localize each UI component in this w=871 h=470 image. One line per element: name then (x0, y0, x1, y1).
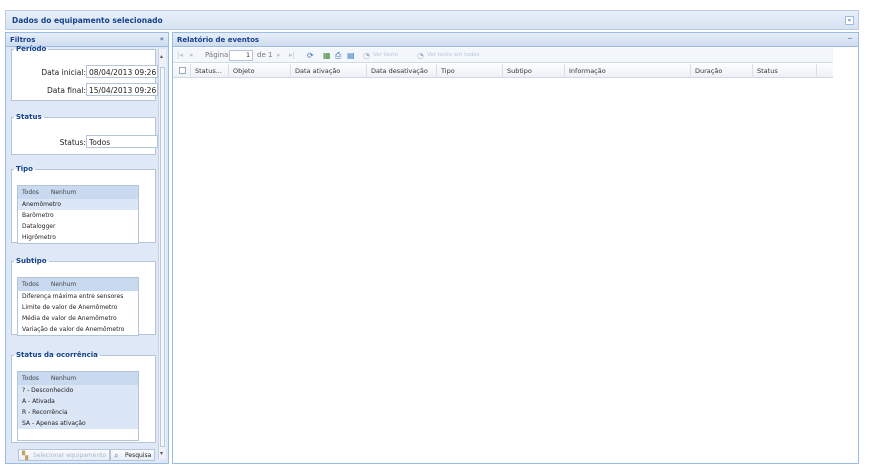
select-all-checkbox[interactable] (179, 67, 186, 74)
type-list-header: Todos Nenhum (18, 186, 138, 199)
collapse-left-icon[interactable]: « (160, 35, 164, 43)
subtype-select-all-link[interactable]: Todos (22, 281, 39, 288)
page-label: Página (205, 51, 229, 59)
filters-title: Filtros (10, 36, 36, 44)
filters-panel: Filtros « ▴ ▾ Período Data inicial: 08/0… (5, 32, 169, 464)
print-icon[interactable]: ⎙ (335, 51, 341, 61)
type-select-all-link[interactable]: Todos (22, 189, 39, 196)
type-list: Todos Nenhum Anemômetro Barômetro Datalo… (17, 185, 139, 244)
next-page-icon[interactable]: ▸ (277, 51, 281, 59)
list-item[interactable]: Limite de valor de Anemômetro (18, 302, 138, 313)
status-legend: Status (16, 113, 42, 121)
report-title: Relatório de eventos (177, 36, 260, 44)
list-item[interactable]: A - Ativada (18, 396, 138, 407)
occurrence-select-none-link[interactable]: Nenhum (51, 375, 76, 382)
equipment-panel-header: Dados do equipamento selecionado « (5, 10, 859, 30)
end-date-input[interactable]: 15/04/2013 09:26:0 (86, 83, 158, 96)
status-select[interactable]: Todos (86, 135, 158, 148)
select-equipment-label: Selecionar equipamento (33, 452, 107, 459)
search-icon: ⌕ (114, 451, 119, 460)
equipment-icon: ▚ (22, 451, 29, 460)
report-panel: Relatório de eventos − |◂ ◂ Página 1 de … (172, 32, 859, 464)
collapse-icon[interactable]: − (846, 36, 854, 43)
list-item[interactable]: Datalogger (18, 221, 138, 232)
last-page-icon[interactable]: ▸| (289, 51, 295, 59)
status-fieldset: Status Status: Todos (11, 113, 158, 155)
search-label: Pesquisa (125, 452, 152, 459)
end-date-row: Data final: 15/04/2013 09:26:0 (16, 83, 158, 97)
excel-export-icon[interactable]: ▦ (323, 51, 331, 60)
column-header[interactable]: Objeto (229, 64, 291, 78)
occurrence-select-all-link[interactable]: Todos (22, 375, 39, 382)
start-date-row: Data inicial: 08/04/2013 09:26:0 (16, 65, 158, 79)
list-item[interactable]: Diferença máxima entre sensores (18, 291, 138, 302)
save-icon[interactable]: ▤ (347, 51, 355, 60)
view-text-all-icon: ◔ (417, 51, 424, 60)
period-legend: Período (16, 45, 47, 53)
prev-page-icon[interactable]: ◂ (189, 51, 193, 59)
scroll-thumb[interactable] (160, 67, 165, 447)
subtype-select-none-link[interactable]: Nenhum (51, 281, 76, 288)
refresh-icon[interactable]: ⟳ (307, 51, 314, 60)
first-page-icon[interactable]: |◂ (177, 51, 183, 59)
list-item[interactable]: SA - Apenas ativação (18, 418, 138, 429)
occurrence-status-fieldset: Status da ocorrência Todos Nenhum ? - De… (11, 351, 156, 443)
select-all-column[interactable] (173, 64, 191, 78)
end-date-label: Data final: (47, 86, 86, 95)
view-text-icon: ◔ (363, 51, 370, 60)
column-header[interactable]: Informação (565, 64, 691, 78)
period-fieldset: Período Data inicial: 08/04/2013 09:26:0… (11, 45, 158, 101)
report-toolbar: |◂ ◂ Página 1 de 1 ▸ ▸| ⟳ ▦ ⎙ ▤ ◔ Ver te… (173, 48, 833, 63)
equipment-panel-title: Dados do equipamento selecionado (12, 16, 163, 25)
type-fieldset: Tipo Todos Nenhum Anemômetro Barômetro D… (11, 165, 156, 244)
list-item[interactable]: Variação de valor de Anemômetro (18, 324, 138, 335)
subtype-fieldset: Subtipo Todos Nenhum Diferença máxima en… (11, 257, 156, 336)
view-text-button[interactable]: Ver texto (373, 52, 398, 58)
filters-scrollbar[interactable]: ▴ ▾ (158, 49, 166, 459)
column-header[interactable]: Tipo (437, 64, 503, 78)
column-header[interactable]: Duração (691, 64, 753, 78)
select-equipment-button[interactable]: ▚ Selecionar equipamento (18, 449, 111, 461)
start-date-input[interactable]: 08/04/2013 09:26:0 (86, 65, 158, 78)
column-header[interactable]: Status (753, 64, 817, 78)
status-row: Status: Todos (16, 135, 158, 149)
view-text-all-button[interactable]: Ver texto em todos (427, 52, 479, 58)
search-button[interactable]: ⌕ Pesquisa (110, 449, 156, 461)
report-header: Relatório de eventos − (173, 33, 858, 47)
list-item[interactable]: Higrômetro (18, 232, 138, 243)
grid-header: Status... Objeto Data ativação Data desa… (173, 64, 833, 78)
filters-footer: ▚ Selecionar equipamento ⌕ Pesquisa (6, 447, 168, 463)
type-select-none-link[interactable]: Nenhum (51, 189, 76, 196)
start-date-label: Data inicial: (41, 68, 86, 77)
column-header[interactable]: Data ativação (291, 64, 367, 78)
list-item[interactable]: ? - Desconhecido (18, 385, 138, 396)
list-item[interactable]: Anemômetro (18, 199, 138, 210)
column-header[interactable]: Data desativação (367, 64, 437, 78)
subtype-legend: Subtipo (16, 257, 47, 265)
list-item[interactable]: Barômetro (18, 210, 138, 221)
occurrence-status-legend: Status da ocorrência (16, 351, 98, 359)
occurrence-list-header: Todos Nenhum (18, 372, 138, 385)
collapse-up-icon[interactable]: « (845, 16, 854, 25)
list-item[interactable]: Média de valor de Anemômetro (18, 313, 138, 324)
page-count-label: de 1 (257, 51, 273, 59)
status-label: Status: (59, 138, 86, 147)
scroll-up-icon[interactable]: ▴ (160, 53, 163, 60)
list-item[interactable]: R - Recorrência (18, 407, 138, 418)
column-header[interactable]: Status... (191, 64, 229, 78)
type-legend: Tipo (16, 165, 33, 173)
subtype-list: Todos Nenhum Diferença máxima entre sens… (17, 277, 139, 336)
occurrence-status-list: Todos Nenhum ? - Desconhecido A - Ativad… (17, 371, 139, 441)
subtype-list-header: Todos Nenhum (18, 278, 138, 291)
column-header[interactable]: Subtipo (503, 64, 565, 78)
page-input[interactable]: 1 (229, 50, 253, 61)
app-window: Dados do equipamento selecionado « Filtr… (0, 0, 871, 470)
